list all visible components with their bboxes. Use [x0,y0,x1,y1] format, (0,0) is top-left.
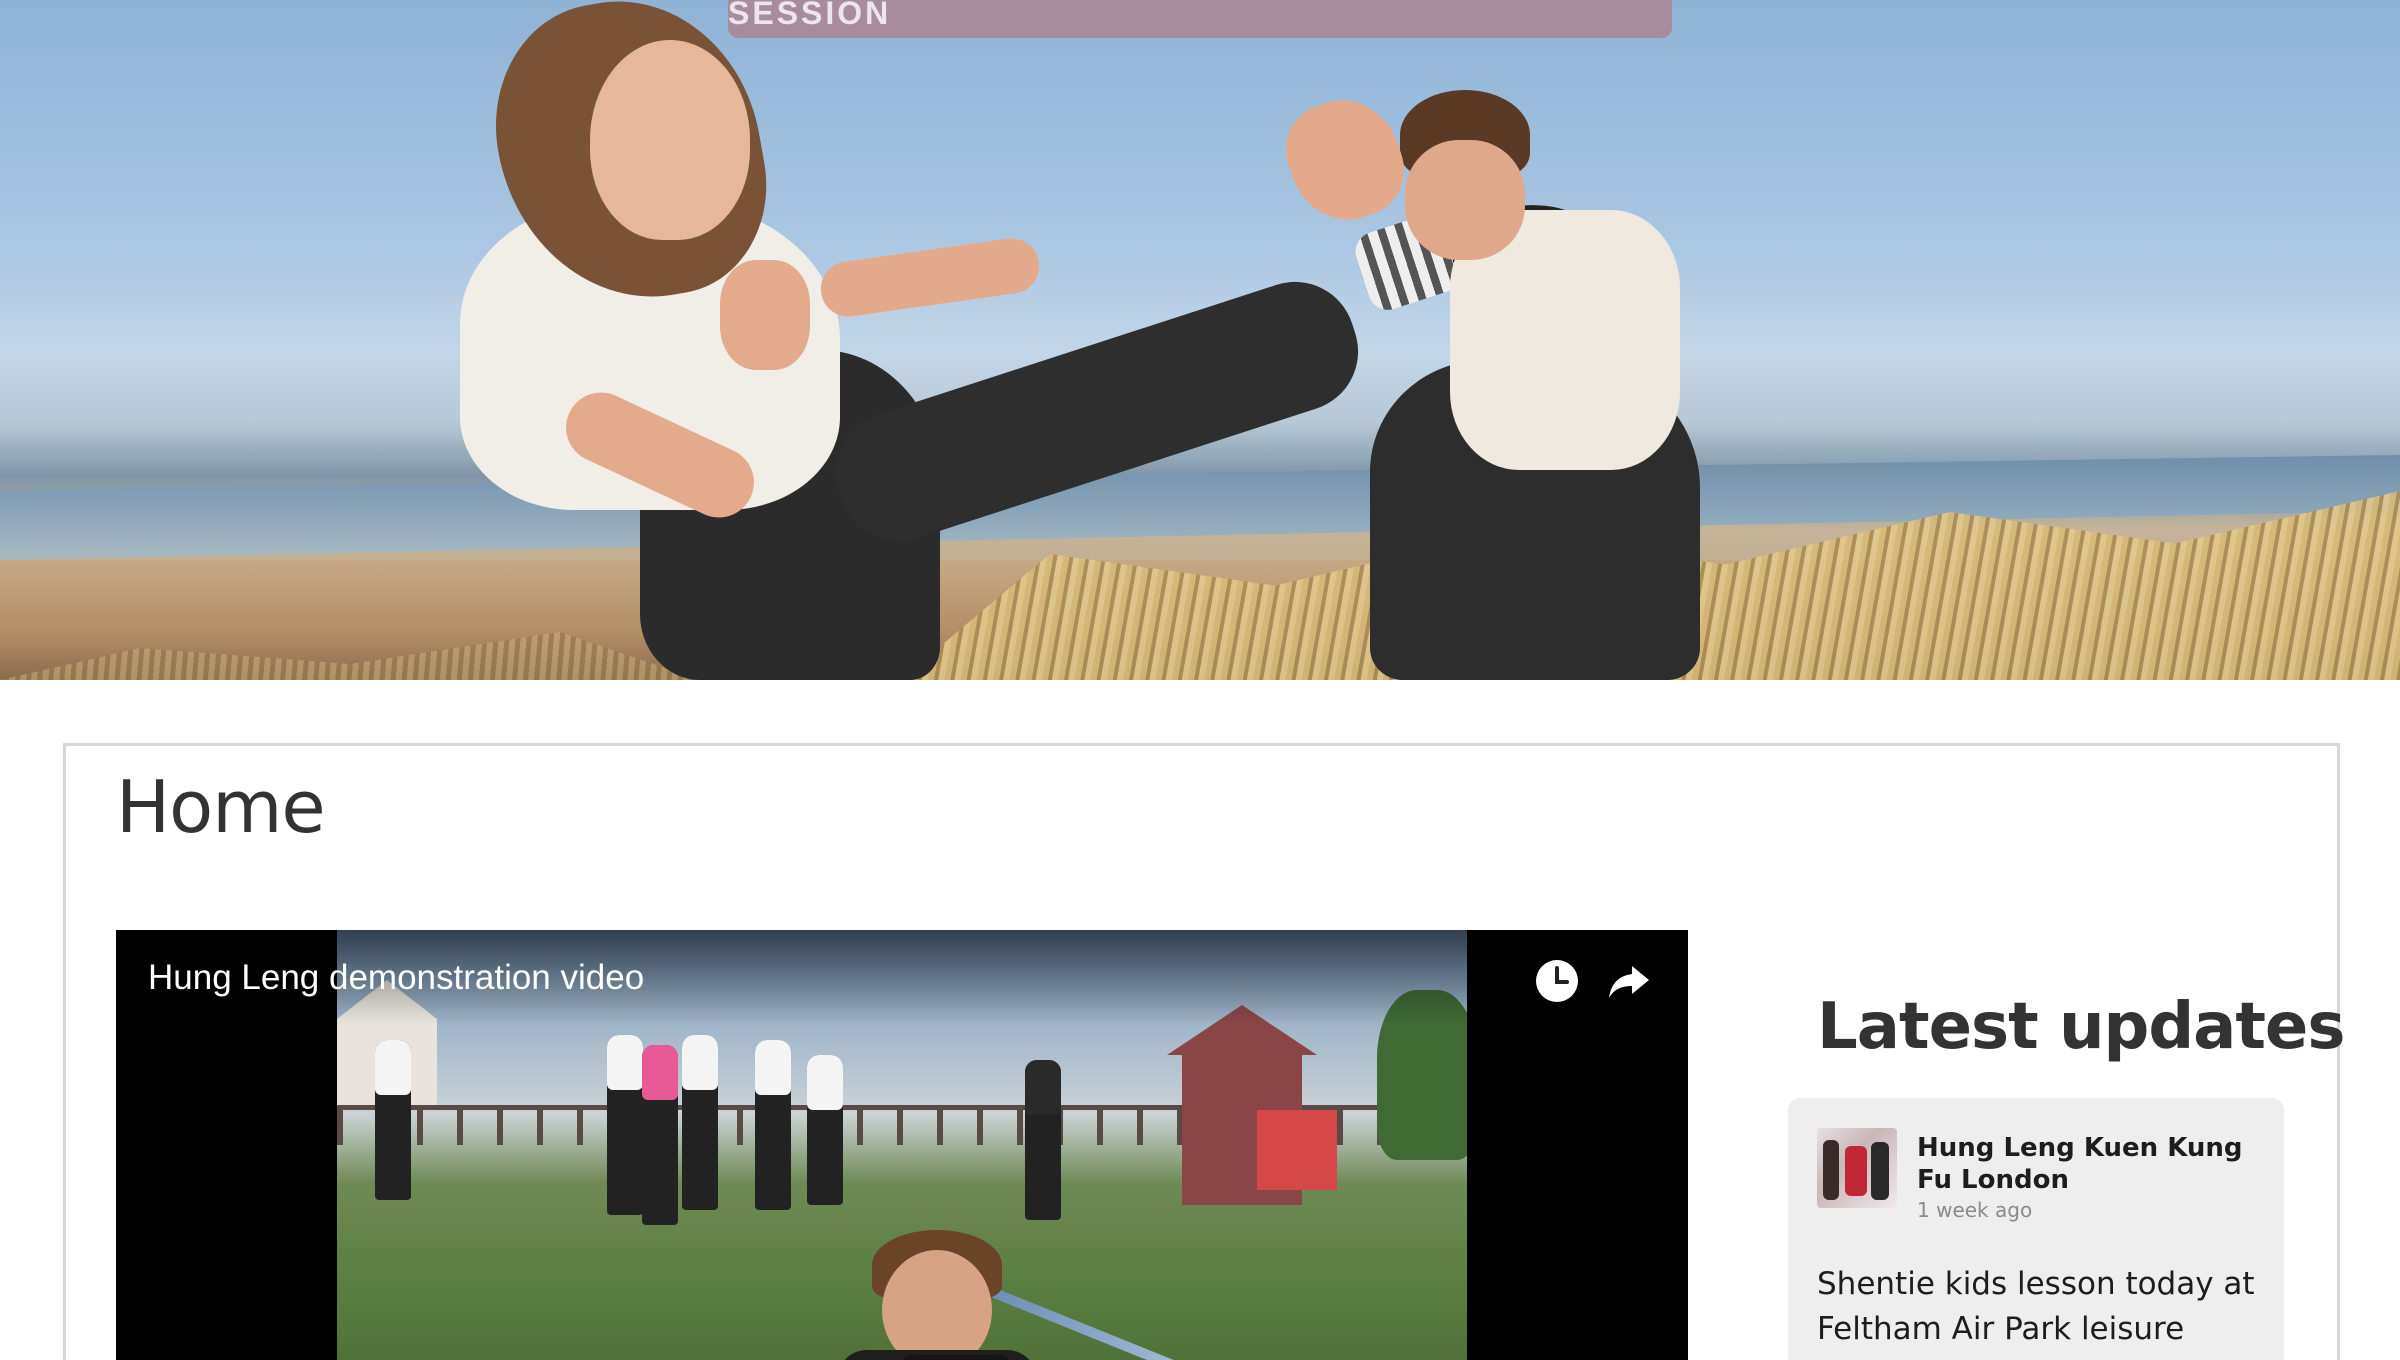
avatar[interactable] [1817,1128,1897,1208]
video-slide [1257,1110,1337,1190]
update-timestamp: 1 week ago [1917,1198,2033,1222]
update-text: Shentie kids lesson today at Feltham Air… [1817,1266,2255,1360]
hero-man-face [1405,140,1525,260]
video-person [642,1045,678,1225]
hero-banner: START TRAINING WITH YOUR FREE TASTER SES… [0,0,2400,680]
video-person [1025,1060,1061,1220]
video-person [682,1035,718,1210]
video-sword [985,1285,1268,1360]
video-kid-face [882,1250,992,1360]
page-title: Home [116,765,326,849]
video-title-link[interactable]: Hung Leng demonstration video [148,958,644,998]
video-person [755,1040,791,1210]
hero-woman-fist [720,260,810,370]
video-person [807,1055,843,1205]
video-person [607,1035,643,1215]
free-taster-session-button[interactable]: START TRAINING WITH YOUR FREE TASTER SES… [728,0,1672,38]
clock-icon[interactable] [1532,956,1582,1006]
embedded-video-player[interactable]: Hung Leng demonstration video [116,930,1688,1360]
share-icon[interactable] [1604,956,1654,1006]
play-icon[interactable] [896,1355,1016,1360]
cta-label: START TRAINING WITH YOUR FREE TASTER SES… [728,0,892,31]
update-author-link[interactable]: Hung Leng Kuen Kung Fu London [1917,1132,2257,1196]
hero-man-hands [1272,84,1418,236]
video-person [375,1040,411,1200]
hero-woman-arm [817,234,1043,321]
hero-woman-face [590,40,750,240]
latest-updates-heading: Latest updates [1817,990,2345,1064]
